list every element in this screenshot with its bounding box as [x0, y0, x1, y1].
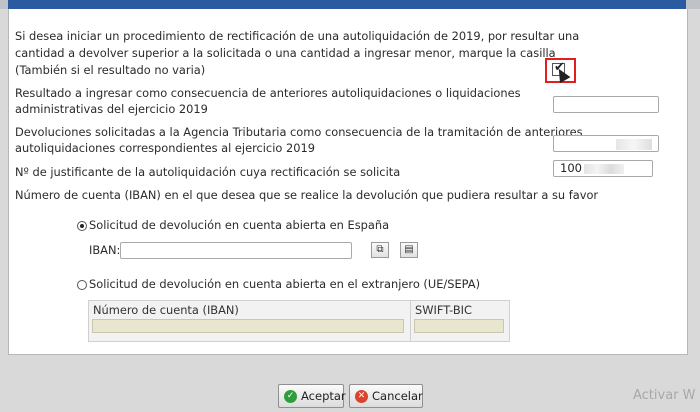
radio-extranjero[interactable]: [77, 280, 87, 290]
aceptar-label: Aceptar: [301, 389, 346, 403]
radio-espana[interactable]: [77, 221, 87, 231]
cancelar-button[interactable]: ✕ Cancelar: [349, 384, 423, 408]
swift-input: [414, 319, 504, 333]
question-text-line-1: Si desea iniciar un procedimiento de rec…: [15, 29, 580, 43]
dialog-title-strip: [8, 0, 686, 9]
activation-watermark: Activar W: [633, 388, 696, 403]
numero-cuenta-column: Número de cuenta (IBAN): [89, 301, 411, 341]
option-extranjero-label[interactable]: Solicitud de devolución en cuenta abiert…: [89, 276, 480, 293]
redacted-digits: [583, 163, 624, 174]
justificante-label: Nº de justificante de la autoliquidación…: [15, 165, 401, 179]
copy-icon: ⧉: [376, 244, 384, 255]
question-text-line-3: (También si el resultado no varia): [15, 63, 206, 77]
cuenta-label: Número de cuenta (IBAN) en el que desea …: [15, 188, 599, 202]
justificante-value: 100: [560, 161, 582, 175]
redacted-value: [616, 139, 652, 150]
justificante-input[interactable]: 100: [553, 160, 653, 177]
swift-header: SWIFT-BIC: [415, 303, 472, 317]
aceptar-button[interactable]: ✓ Aceptar: [278, 384, 346, 408]
resultado-label-line-2: administrativas del ejercicio 2019: [15, 102, 208, 116]
paste-button[interactable]: ▤: [400, 242, 418, 258]
iban-label: IBAN:: [89, 243, 121, 257]
swift-column: SWIFT-BIC: [411, 301, 509, 341]
iban-input[interactable]: [120, 242, 352, 259]
resultado-input[interactable]: [553, 96, 659, 113]
resultado-label-line-1: Resultado a ingresar como consecuencia d…: [15, 86, 521, 100]
devoluciones-label-line-2: autoliquidaciones correspondientes al ej…: [15, 141, 315, 155]
numero-cuenta-input: [92, 319, 404, 333]
numero-cuenta-header: Número de cuenta (IBAN): [93, 303, 239, 317]
question-text-line-2: cantidad a devolver superior a la solici…: [15, 46, 556, 60]
check-circle-icon: ✓: [284, 390, 297, 403]
devoluciones-input[interactable]: [553, 135, 659, 152]
copy-button[interactable]: ⧉: [371, 242, 389, 258]
extranjero-fields-group: Número de cuenta (IBAN) SWIFT-BIC: [88, 300, 510, 342]
cancelar-label: Cancelar: [372, 389, 423, 403]
x-circle-icon: ✕: [355, 390, 368, 403]
devoluciones-label-line-1: Devoluciones solicitadas a la Agencia Tr…: [15, 125, 583, 139]
option-espana-label[interactable]: Solicitud de devolución en cuenta abiert…: [89, 217, 389, 234]
paste-icon: ▤: [404, 244, 414, 255]
